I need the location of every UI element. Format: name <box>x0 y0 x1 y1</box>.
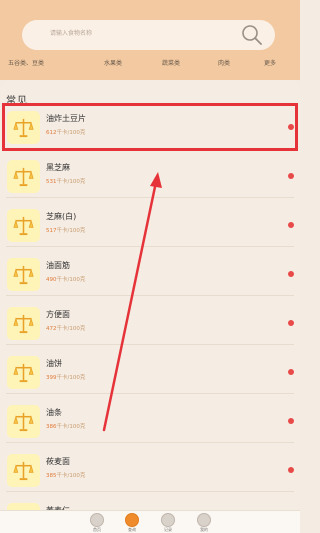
kcal-unit: 千卡/100克 <box>56 473 86 479</box>
category-vegetables[interactable]: 蔬菜类 <box>162 58 180 67</box>
home-icon <box>90 513 104 527</box>
status-dot <box>288 173 294 179</box>
tab-query[interactable]: 查询 <box>117 513 147 533</box>
scale-icon <box>7 111 40 144</box>
kcal-unit: 千卡/100克 <box>56 326 86 332</box>
scale-icon <box>7 454 40 487</box>
food-row[interactable]: 油炸土豆片 612千卡/100克 <box>0 100 300 149</box>
food-row[interactable]: 油条 386千卡/100克 <box>0 394 300 443</box>
food-kcal: 531千卡/100克 <box>46 177 85 185</box>
search-icon[interactable] <box>241 24 263 46</box>
status-dot <box>288 467 294 473</box>
food-kcal: 490千卡/100克 <box>46 275 85 283</box>
scale-icon <box>7 209 40 242</box>
kcal-unit: 千卡/100克 <box>56 424 86 430</box>
profile-icon <box>197 513 211 527</box>
food-name: 方便面 <box>46 310 70 319</box>
food-name: 芝麻(白) <box>46 212 77 221</box>
category-grains[interactable]: 五谷类、豆类 <box>8 58 44 67</box>
food-name: 油炸土豆片 <box>46 114 86 123</box>
food-row[interactable]: 莜麦面 385千卡/100克 <box>0 443 300 492</box>
food-kcal: 612千卡/100克 <box>46 128 85 136</box>
scale-icon <box>7 160 40 193</box>
kcal-unit: 千卡/100克 <box>56 179 86 185</box>
scale-icon <box>7 307 40 340</box>
kcal-value: 517 <box>46 228 57 234</box>
status-dot <box>288 271 294 277</box>
food-row[interactable]: 油饼 399千卡/100克 <box>0 345 300 394</box>
tab-profile[interactable]: 我的 <box>189 513 219 533</box>
food-list-panel: 常见 油炸土豆片 612千卡/100克 黑芝麻 531千卡/100克 芝麻(白) 517千… <box>0 80 300 512</box>
kcal-unit: 千卡/100克 <box>56 277 86 283</box>
scale-icon <box>7 356 40 389</box>
kcal-unit: 千卡/100克 <box>56 228 86 234</box>
status-dot <box>288 320 294 326</box>
food-name: 油饼 <box>46 359 62 368</box>
kcal-value: 612 <box>46 130 57 136</box>
food-kcal: 399千卡/100克 <box>46 373 85 381</box>
food-row[interactable]: 芝麻(白) 517千卡/100克 <box>0 198 300 247</box>
food-name: 莜麦面 <box>46 457 70 466</box>
kcal-value: 490 <box>46 277 57 283</box>
record-icon <box>161 513 175 527</box>
kcal-value: 531 <box>46 179 57 185</box>
food-row[interactable]: 方便面 472千卡/100克 <box>0 296 300 345</box>
kcal-value: 386 <box>46 424 57 430</box>
food-kcal: 517千卡/100克 <box>46 226 85 234</box>
search-bar[interactable]: 请输入食物名称 <box>22 20 275 50</box>
category-bar: 五谷类、豆类 水果类 蔬菜类 肉类 更多 <box>0 58 300 72</box>
status-dot <box>288 222 294 228</box>
status-dot <box>288 369 294 375</box>
kcal-value: 472 <box>46 326 57 332</box>
food-row[interactable]: 油面筋 490千卡/100克 <box>0 247 300 296</box>
food-kcal: 472千卡/100克 <box>46 324 85 332</box>
food-name: 黑芝麻 <box>46 163 70 172</box>
kcal-value: 399 <box>46 375 57 381</box>
food-name: 油面筋 <box>46 261 70 270</box>
header: 请输入食物名称 五谷类、豆类 水果类 蔬菜类 肉类 更多 <box>0 0 300 80</box>
kcal-value: 385 <box>46 473 57 479</box>
search-food-icon <box>125 513 139 527</box>
food-kcal: 385千卡/100克 <box>46 471 85 479</box>
food-name: 油条 <box>46 408 62 417</box>
tab-label: 查询 <box>128 527 136 532</box>
food-row[interactable]: 荞麦仁千卡/100克 <box>0 492 300 512</box>
kcal-unit: 千卡/100克 <box>56 130 86 136</box>
kcal-unit: 千卡/100克 <box>56 375 86 381</box>
category-meat[interactable]: 肉类 <box>218 58 230 67</box>
scale-icon <box>7 405 40 438</box>
tab-record[interactable]: 记录 <box>153 513 183 533</box>
tab-label: 记录 <box>164 527 172 532</box>
food-row[interactable]: 黑芝麻 531千卡/100克 <box>0 149 300 198</box>
status-dot <box>288 124 294 130</box>
tab-bar: 首页 查询 记录 我的 <box>0 510 300 533</box>
tab-home[interactable]: 首页 <box>82 513 112 533</box>
category-fruits[interactable]: 水果类 <box>104 58 122 67</box>
category-more[interactable]: 更多 <box>264 58 276 67</box>
search-placeholder: 请输入食物名称 <box>50 30 93 37</box>
tab-label: 首页 <box>93 527 101 532</box>
tab-label: 我的 <box>200 527 208 532</box>
food-kcal: 386千卡/100克 <box>46 422 85 430</box>
scale-icon <box>7 258 40 291</box>
status-dot <box>288 418 294 424</box>
